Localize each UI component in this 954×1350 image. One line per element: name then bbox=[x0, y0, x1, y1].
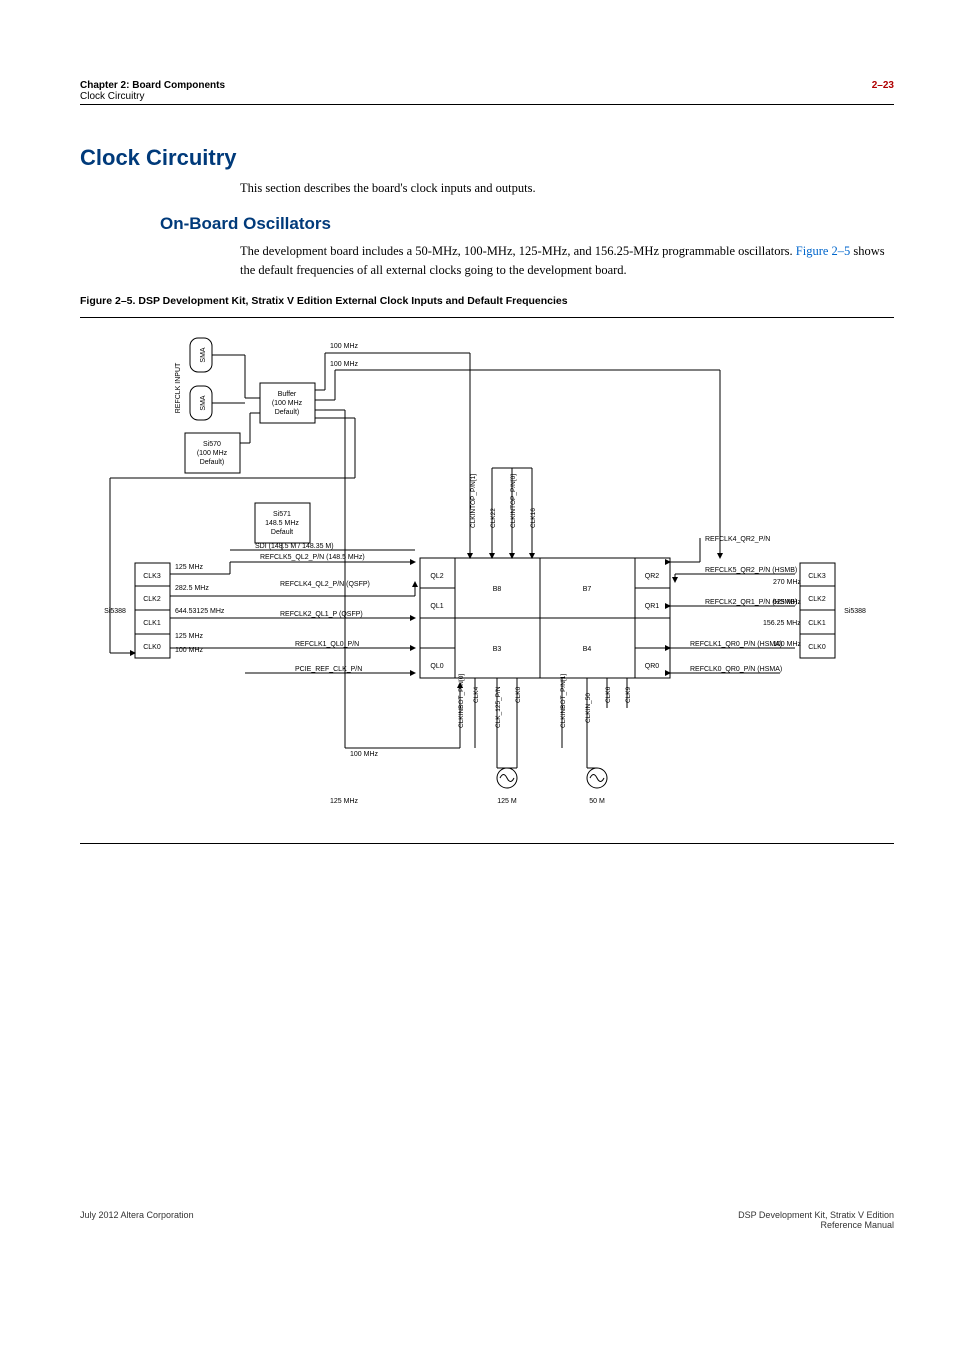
clock-diagram: SMA SMA REFCLK INPUT Buffer (100 MHz Def… bbox=[80, 328, 880, 828]
clk1-left: CLK1 bbox=[143, 620, 161, 627]
footer-right-b: Reference Manual bbox=[820, 1220, 894, 1230]
clkinbot-pn1: CLKINBOT_P/N[1] bbox=[560, 674, 567, 728]
page-header: Chapter 2: Board Components Clock Circui… bbox=[80, 80, 894, 105]
refclk1-ql0: REFCLK1_QL0_P/N bbox=[295, 641, 359, 648]
ql1: QL1 bbox=[430, 603, 443, 610]
freq-156-25: 156.25 MHz bbox=[763, 620, 801, 627]
ql2: QL2 bbox=[430, 573, 443, 580]
qr0: QR0 bbox=[645, 663, 660, 670]
clkintop-pn1: CLKINTOP_P/N[1] bbox=[470, 474, 477, 528]
refclk5-qr2: REFCLK5_QR2_P/N (HSMB) bbox=[705, 567, 797, 574]
refclk5-ql2: REFCLK5_QL2_P/N (148.5 MHz) bbox=[260, 554, 365, 561]
buffer-line1: Buffer bbox=[278, 391, 297, 398]
body-a: The development board includes a 50-MHz,… bbox=[240, 244, 796, 258]
freq-100-2: 100 MHz bbox=[330, 361, 359, 368]
clk2-left: CLK2 bbox=[143, 596, 161, 603]
b3: B3 bbox=[493, 646, 502, 653]
pcie-ref: PCIE_REF_CLK_P/N bbox=[295, 666, 362, 673]
subsection-body: The development board includes a 50-MHz,… bbox=[240, 242, 894, 280]
clk3-right: CLK3 bbox=[808, 573, 826, 580]
buffer-line3: Default) bbox=[275, 409, 300, 416]
sma-label-1: SMA bbox=[200, 347, 207, 363]
clk9: CLK9 bbox=[625, 687, 632, 704]
section-intro: This section describes the board's clock… bbox=[240, 179, 894, 198]
refclk0-qr0: REFCLK0_QR0_P/N (HSMA) bbox=[690, 666, 782, 673]
page-number: 2–23 bbox=[872, 80, 894, 102]
clk6: CLK6 bbox=[605, 687, 612, 704]
clk0-bot: CLK0 bbox=[515, 687, 522, 704]
si570-line3: Default) bbox=[200, 459, 225, 466]
figure-caption: Figure 2–5. DSP Development Kit, Stratix… bbox=[80, 295, 894, 307]
qr1: QR1 bbox=[645, 603, 660, 610]
ql0: QL0 bbox=[430, 663, 443, 670]
clkintop-pn0: CLKINTOP_P/N[0] bbox=[510, 474, 517, 528]
b8: B8 bbox=[493, 586, 502, 593]
freq-100-bottom: 100 MHz bbox=[350, 751, 379, 758]
chapter-line: Chapter 2: Board Components bbox=[80, 80, 225, 91]
clk4: CLK4 bbox=[473, 687, 480, 704]
si571-line2: 148.5 MHz bbox=[265, 520, 299, 527]
b7: B7 bbox=[583, 586, 592, 593]
si571-line1: Si571 bbox=[273, 511, 291, 518]
freq-282-5: 282.5 MHz bbox=[175, 585, 209, 592]
clkin-50: CLKIN_50 bbox=[585, 693, 592, 723]
section-title: Clock Circuitry bbox=[80, 145, 894, 171]
clk1-right: CLK1 bbox=[808, 620, 826, 627]
figure-link[interactable]: Figure 2–5 bbox=[796, 244, 851, 258]
refclk4-ql2: REFCLK4_QL2_P/N (QSFP) bbox=[280, 581, 370, 588]
header-subline: Clock Circuitry bbox=[80, 91, 144, 102]
refclk1-qr0: REFCLK1_QR0_P/N (HSMA) bbox=[690, 641, 782, 648]
sma-label-2: SMA bbox=[200, 395, 207, 411]
si5388-right: Si5388 bbox=[844, 608, 866, 615]
refclk-input-label: REFCLK INPUT bbox=[175, 362, 182, 413]
sdi-label: SDI (148.5 M / 148.35 M) bbox=[255, 543, 334, 550]
freq-270: 270 MHz bbox=[773, 579, 802, 586]
freq-100-right: 100 MHz bbox=[773, 641, 802, 648]
footer-right-a: DSP Development Kit, Stratix V Edition bbox=[738, 1210, 894, 1220]
clk22: CLK22 bbox=[490, 508, 497, 528]
b4: B4 bbox=[583, 646, 592, 653]
footer-left: July 2012 Altera Corporation bbox=[80, 1210, 194, 1230]
clk16: CLK16 bbox=[530, 508, 537, 528]
freq-50m: 50 M bbox=[589, 798, 605, 805]
clk3-left: CLK3 bbox=[143, 573, 161, 580]
freq-125-bottom: 125 MHz bbox=[330, 798, 359, 805]
clk0-left: CLK0 bbox=[143, 644, 161, 651]
osc-wave-icon-1 bbox=[500, 775, 514, 782]
page-footer: July 2012 Altera Corporation DSP Develop… bbox=[80, 1210, 894, 1230]
refclk2-ql1: REFCLK2_QL1_P (QSFP) bbox=[280, 611, 363, 618]
si570-line1: Si570 bbox=[203, 441, 221, 448]
si570-line2: (100 MHz bbox=[197, 450, 228, 457]
freq-125-left: 125 MHz bbox=[175, 564, 204, 571]
clkinbot-pn0: CLKINBOT_P/N[0] bbox=[458, 674, 465, 728]
clk2-right: CLK2 bbox=[808, 596, 826, 603]
osc-wave-icon-2 bbox=[590, 775, 604, 782]
subsection-title: On-Board Oscillators bbox=[160, 214, 894, 234]
freq-644: 644.53125 MHz bbox=[175, 608, 225, 615]
freq-125-left2: 125 MHz bbox=[175, 633, 204, 640]
freq-125m: 125 M bbox=[497, 798, 517, 805]
clk-125-pn: CLK_125_P/N bbox=[495, 686, 502, 728]
refclk4-qr2: REFCLK4_QR2_P/N bbox=[705, 536, 770, 543]
si5388-left: Si5388 bbox=[104, 608, 126, 615]
figure-2-5: SMA SMA REFCLK INPUT Buffer (100 MHz Def… bbox=[80, 317, 894, 844]
buffer-line2: (100 MHz bbox=[272, 400, 303, 407]
freq-625: 625 MHz bbox=[773, 599, 802, 606]
clk0-right: CLK0 bbox=[808, 644, 826, 651]
qr2: QR2 bbox=[645, 573, 660, 580]
freq-100-1: 100 MHz bbox=[330, 343, 359, 350]
si571-line3: Default bbox=[271, 529, 293, 536]
